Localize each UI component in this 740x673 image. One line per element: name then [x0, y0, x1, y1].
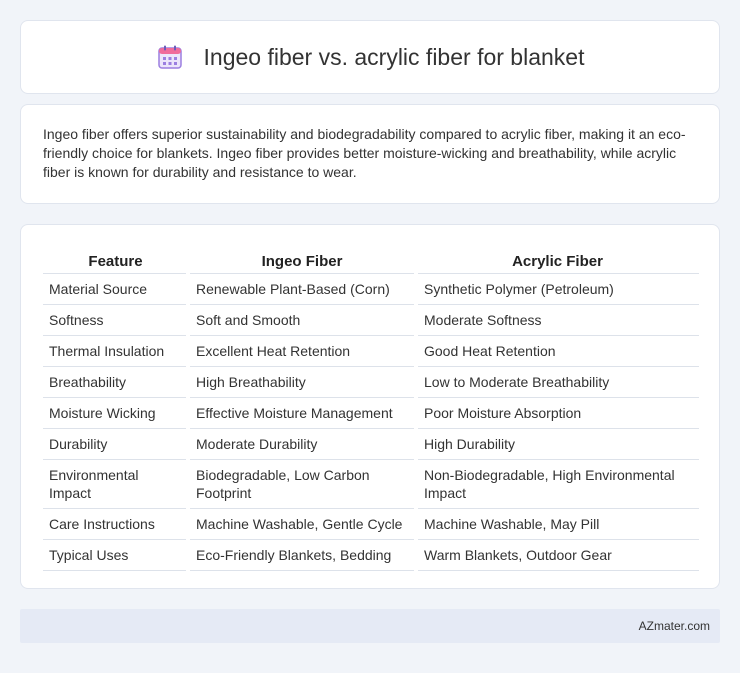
table-cell: Machine Washable, Gentle Cycle: [188, 508, 418, 540]
table-cell: Effective Moisture Management: [188, 397, 418, 429]
footer: AZmater.com: [20, 609, 720, 643]
table-cell: Breathability: [43, 366, 190, 398]
column-header-acrylic: Acrylic Fiber: [416, 245, 699, 274]
table-cell: Synthetic Polymer (Petroleum): [416, 273, 699, 305]
column-header-feature: Feature: [43, 245, 188, 274]
table-cell: Durability: [43, 428, 190, 460]
table-row: Material Source Renewable Plant-Based (C…: [43, 273, 699, 305]
table-cell: High Breathability: [188, 366, 418, 398]
table-row: Moisture Wicking Effective Moisture Mana…: [43, 397, 699, 429]
comparison-table: Feature Ingeo Fiber Acrylic Fiber Materi…: [43, 245, 699, 571]
intro-paragraph: Ingeo fiber offers superior sustainabili…: [43, 126, 686, 180]
table-cell: Typical Uses: [43, 539, 190, 571]
table-row: Durability Moderate Durability High Dura…: [43, 428, 699, 460]
table-cell: Good Heat Retention: [416, 335, 699, 367]
table-row: Environmental Impact Biodegradable, Low …: [43, 459, 699, 509]
table-cell: Thermal Insulation: [43, 335, 190, 367]
footer-site-name: AZmater.com: [638, 619, 710, 633]
table-cell: Excellent Heat Retention: [188, 335, 418, 367]
table-row: Softness Soft and Smooth Moderate Softne…: [43, 304, 699, 336]
table-cell: Low to Moderate Breathability: [416, 366, 699, 398]
table-cell: Material Source: [43, 273, 190, 305]
table-cell: Moisture Wicking: [43, 397, 190, 429]
table-cell: Care Instructions: [43, 508, 190, 540]
table-row: Typical Uses Eco-Friendly Blankets, Bedd…: [43, 539, 699, 571]
table-row: Thermal Insulation Excellent Heat Retent…: [43, 335, 699, 367]
table-header-row: Feature Ingeo Fiber Acrylic Fiber: [43, 245, 699, 274]
table-cell: Environmental Impact: [43, 459, 190, 509]
table-cell: Renewable Plant-Based (Corn): [188, 273, 418, 305]
title-card: Ingeo fiber vs. acrylic fiber for blanke…: [20, 20, 720, 94]
table-cell: High Durability: [416, 428, 699, 460]
intro-card: Ingeo fiber offers superior sustainabili…: [20, 104, 720, 204]
table-cell: Moderate Softness: [416, 304, 699, 336]
column-header-ingeo: Ingeo Fiber: [188, 245, 416, 274]
table-cell: Poor Moisture Absorption: [416, 397, 699, 429]
table-row: Care Instructions Machine Washable, Gent…: [43, 508, 699, 540]
table-cell: Warm Blankets, Outdoor Gear: [416, 539, 699, 571]
table-cell: Machine Washable, May Pill: [416, 508, 699, 540]
table-cell: Soft and Smooth: [188, 304, 418, 336]
table-cell: Softness: [43, 304, 190, 336]
calendar-icon: [156, 43, 184, 71]
table-cell: Eco-Friendly Blankets, Bedding: [188, 539, 418, 571]
comparison-table-card: Feature Ingeo Fiber Acrylic Fiber Materi…: [20, 224, 720, 589]
table-cell: Biodegradable, Low Carbon Footprint: [188, 459, 418, 509]
table-cell: Non-Biodegradable, High Environmental Im…: [416, 459, 699, 509]
table-cell: Moderate Durability: [188, 428, 418, 460]
table-row: Breathability High Breathability Low to …: [43, 366, 699, 398]
page-title: Ingeo fiber vs. acrylic fiber for blanke…: [203, 43, 585, 70]
